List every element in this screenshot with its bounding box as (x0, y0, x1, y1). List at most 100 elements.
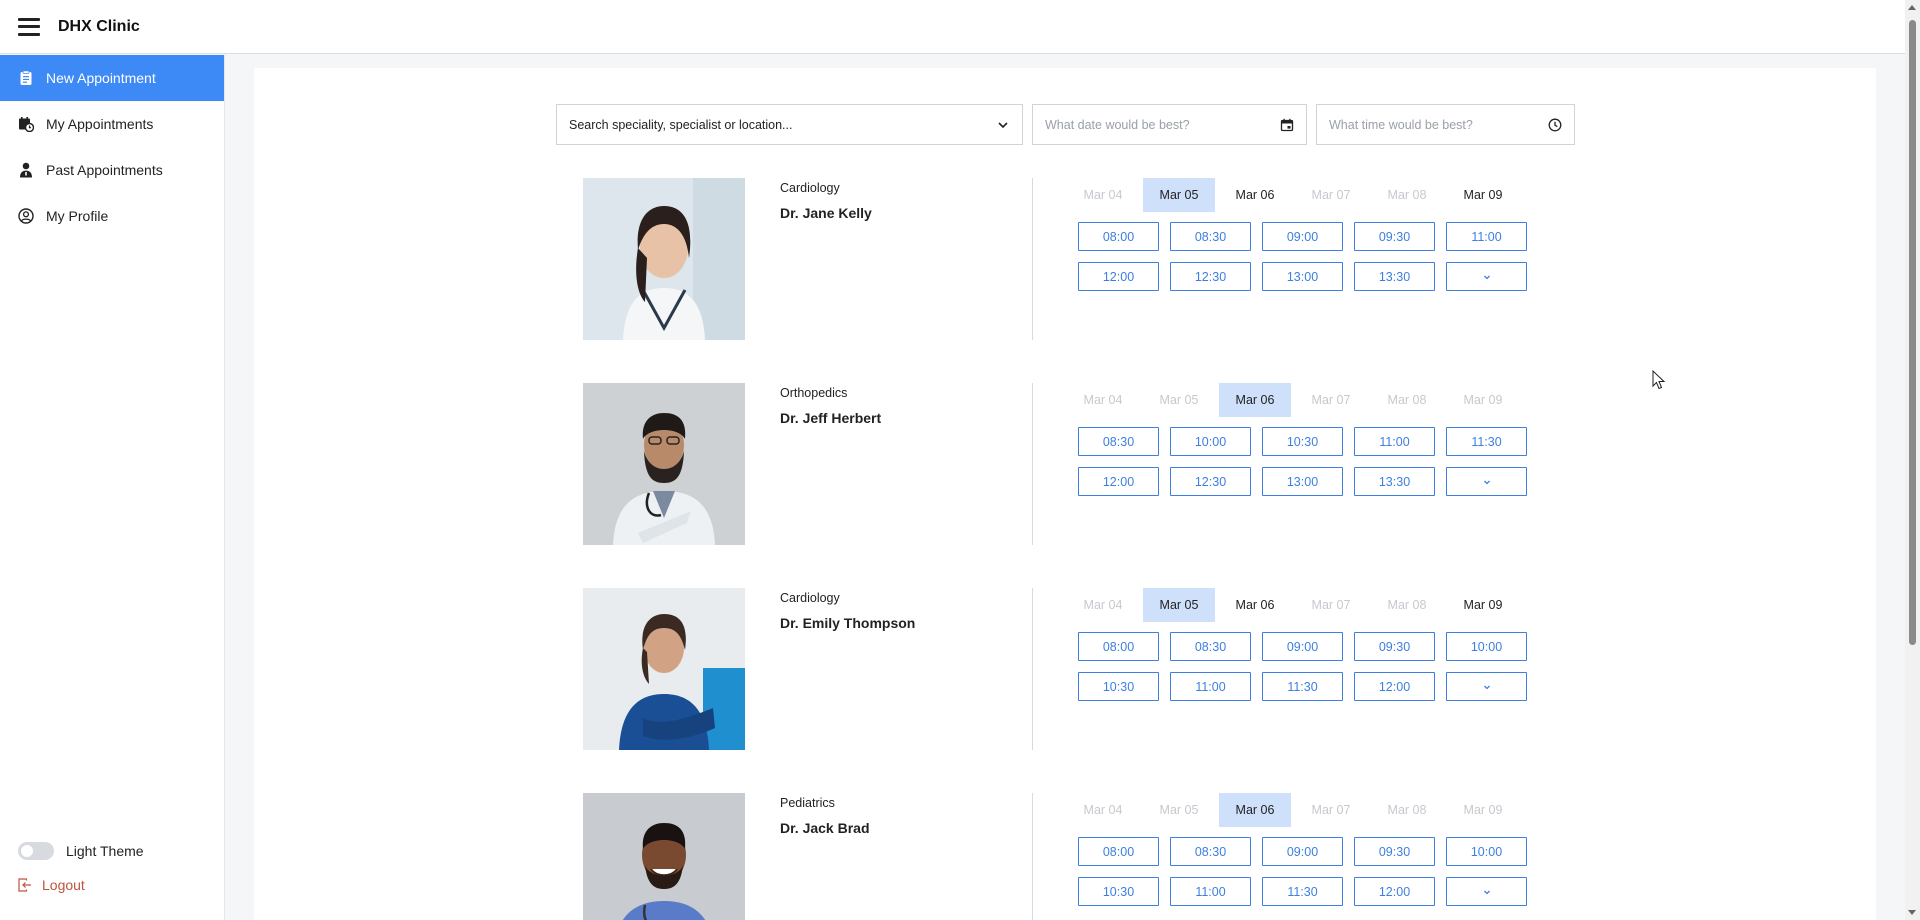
time-slot-button[interactable]: 11:30 (1262, 877, 1343, 906)
date-tab[interactable]: Mar 06 (1219, 588, 1291, 622)
time-slot-button[interactable]: 09:00 (1262, 632, 1343, 661)
time-slot-button[interactable]: 10:00 (1446, 837, 1527, 866)
scroll-down-arrow-icon[interactable] (1908, 910, 1916, 915)
time-slot-button[interactable]: 11:00 (1446, 222, 1527, 251)
date-tab[interactable]: Mar 08 (1371, 793, 1443, 827)
date-tab[interactable]: Mar 09 (1447, 793, 1519, 827)
doctor-card: Orthopedics Dr. Jeff Herbert Mar 04 Mar … (583, 383, 1583, 545)
doctor-card: Pediatrics Dr. Jack Brad Mar 04 Mar 05 M… (583, 793, 1583, 920)
page-scrollbar[interactable] (1905, 0, 1920, 920)
time-slot-button[interactable]: 11:00 (1170, 877, 1251, 906)
scroll-up-arrow-icon[interactable] (1908, 5, 1916, 10)
time-slot-button[interactable]: 08:00 (1078, 222, 1159, 251)
date-tab[interactable]: Mar 06 (1219, 383, 1291, 417)
more-slots-button[interactable] (1446, 877, 1527, 906)
chevron-down-icon (1483, 275, 1490, 279)
date-tab[interactable]: Mar 07 (1295, 178, 1367, 212)
date-picker-input[interactable]: What date would be best? (1032, 104, 1307, 145)
date-tab[interactable]: Mar 05 (1143, 178, 1215, 212)
time-slot-button[interactable]: 09:30 (1354, 222, 1435, 251)
more-slots-button[interactable] (1446, 672, 1527, 701)
date-tab[interactable]: Mar 09 (1447, 178, 1519, 212)
logout-button[interactable]: Logout (0, 872, 224, 898)
hamburger-menu-icon[interactable] (18, 17, 40, 36)
sidebar-item-my-profile[interactable]: My Profile (0, 193, 224, 239)
time-slot-button[interactable]: 10:00 (1170, 427, 1251, 456)
filter-bar: Search speciality, specialist or locatio… (556, 104, 1575, 145)
time-slot-button[interactable]: 10:00 (1446, 632, 1527, 661)
time-picker-input[interactable]: What time would be best? (1316, 104, 1575, 145)
time-slot-button[interactable]: 08:30 (1078, 427, 1159, 456)
date-tabs: Mar 04 Mar 05 Mar 06 Mar 07 Mar 08 Mar 0… (1067, 383, 1523, 417)
date-tab[interactable]: Mar 05 (1143, 793, 1215, 827)
theme-toggle[interactable] (18, 842, 54, 860)
sidebar-item-new-appointment[interactable]: New Appointment (0, 55, 224, 101)
sidebar-item-label: My Profile (46, 208, 109, 224)
date-tab[interactable]: Mar 06 (1219, 178, 1291, 212)
time-slot-button[interactable]: 13:30 (1354, 262, 1435, 291)
date-tabs: Mar 04 Mar 05 Mar 06 Mar 07 Mar 08 Mar 0… (1067, 178, 1523, 212)
clock-icon[interactable] (1548, 118, 1562, 132)
time-slot-button[interactable]: 10:30 (1078, 672, 1159, 701)
time-slot-button[interactable]: 08:00 (1078, 632, 1159, 661)
time-slot-button[interactable]: 11:00 (1170, 672, 1251, 701)
doctor-name: Dr. Emily Thompson (780, 615, 916, 631)
time-slot-button[interactable]: 12:00 (1354, 877, 1435, 906)
date-tab[interactable]: Mar 04 (1067, 383, 1139, 417)
time-slot-button[interactable]: 11:30 (1446, 427, 1527, 456)
doctor-name: Dr. Jack Brad (780, 820, 870, 836)
date-tab[interactable]: Mar 09 (1447, 383, 1519, 417)
time-slot-button[interactable]: 11:00 (1354, 427, 1435, 456)
date-tab[interactable]: Mar 04 (1067, 178, 1139, 212)
doctor-photo (583, 588, 745, 750)
card-divider (1032, 793, 1033, 920)
time-slot-button[interactable]: 13:30 (1354, 467, 1435, 496)
date-tab[interactable]: Mar 04 (1067, 793, 1139, 827)
doctor-card: Cardiology Dr. Emily Thompson Mar 04 Mar… (583, 588, 1583, 750)
calendar-icon[interactable] (1280, 118, 1294, 132)
date-tab[interactable]: Mar 06 (1219, 793, 1291, 827)
more-slots-button[interactable] (1446, 467, 1527, 496)
sidebar-item-my-appointments[interactable]: My Appointments (0, 101, 224, 147)
date-tab[interactable]: Mar 09 (1447, 588, 1519, 622)
scrollbar-thumb[interactable] (1909, 20, 1916, 645)
time-slot-button[interactable]: 10:30 (1262, 427, 1343, 456)
theme-switch-row: Light Theme (0, 838, 224, 864)
time-slot-button[interactable]: 09:00 (1262, 837, 1343, 866)
date-tab[interactable]: Mar 08 (1371, 588, 1443, 622)
time-slot-button[interactable]: 13:00 (1262, 467, 1343, 496)
date-tabs: Mar 04 Mar 05 Mar 06 Mar 07 Mar 08 Mar 0… (1067, 793, 1523, 827)
doctor-photo (583, 383, 745, 545)
date-tab[interactable]: Mar 05 (1143, 588, 1215, 622)
time-slot-button[interactable]: 09:30 (1354, 837, 1435, 866)
time-slot-button[interactable]: 11:30 (1262, 672, 1343, 701)
time-slot-button[interactable]: 10:30 (1078, 877, 1159, 906)
date-tab[interactable]: Mar 04 (1067, 588, 1139, 622)
time-slot-button[interactable]: 13:00 (1262, 262, 1343, 291)
time-slot-button[interactable]: 09:00 (1262, 222, 1343, 251)
time-slot-button[interactable]: 12:00 (1078, 467, 1159, 496)
time-slot-button[interactable]: 12:00 (1354, 672, 1435, 701)
doctor-photo (583, 178, 745, 340)
doctor-card: Cardiology Dr. Jane Kelly Mar 04 Mar 05 … (583, 178, 1583, 340)
time-slot-button[interactable]: 12:30 (1170, 467, 1251, 496)
search-select[interactable]: Search speciality, specialist or locatio… (556, 104, 1023, 145)
date-tab[interactable]: Mar 07 (1295, 793, 1367, 827)
more-slots-button[interactable] (1446, 262, 1527, 291)
time-slots: 08:00 08:30 09:00 09:30 11:00 12:00 12:3… (1078, 222, 1548, 302)
user-doctor-icon (18, 162, 34, 178)
date-tab[interactable]: Mar 07 (1295, 383, 1367, 417)
date-tab[interactable]: Mar 08 (1371, 383, 1443, 417)
time-slot-button[interactable]: 08:30 (1170, 837, 1251, 866)
date-tab[interactable]: Mar 05 (1143, 383, 1215, 417)
sidebar-item-past-appointments[interactable]: Past Appointments (0, 147, 224, 193)
time-slot-button[interactable]: 12:00 (1078, 262, 1159, 291)
time-slot-button[interactable]: 12:30 (1170, 262, 1251, 291)
date-tab[interactable]: Mar 07 (1295, 588, 1367, 622)
time-slot-button[interactable]: 09:30 (1354, 632, 1435, 661)
date-tab[interactable]: Mar 08 (1371, 178, 1443, 212)
time-slot-button[interactable]: 08:30 (1170, 632, 1251, 661)
time-slot-button[interactable]: 08:30 (1170, 222, 1251, 251)
card-divider (1032, 178, 1033, 340)
time-slot-button[interactable]: 08:00 (1078, 837, 1159, 866)
